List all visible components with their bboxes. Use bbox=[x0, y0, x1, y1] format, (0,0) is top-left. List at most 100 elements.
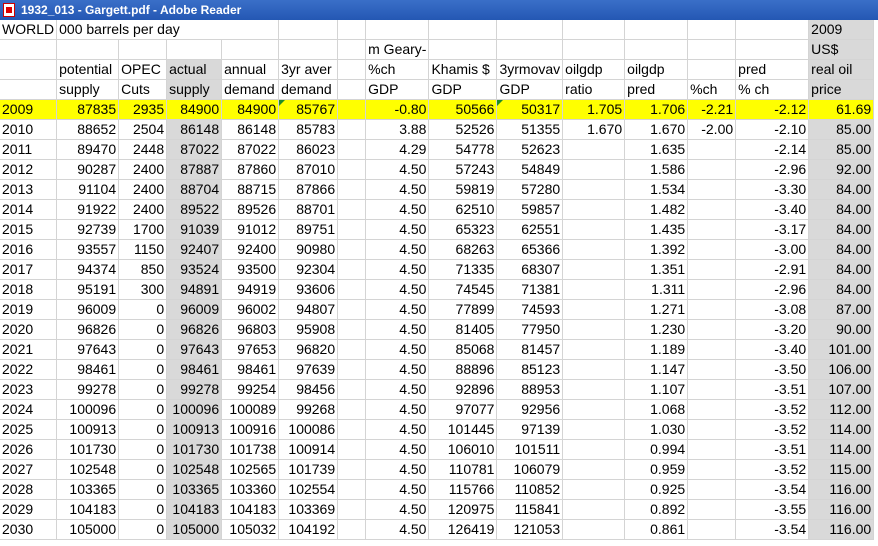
header-cell: demand bbox=[221, 79, 280, 100]
value-cell bbox=[337, 519, 367, 540]
value-cell: 97077 bbox=[428, 399, 498, 420]
value-cell: -3.30 bbox=[735, 179, 810, 200]
value-cell: 116.00 bbox=[808, 479, 875, 500]
value-cell: 62510 bbox=[428, 199, 498, 220]
value-cell bbox=[562, 299, 626, 320]
header-row: supply Cuts supply demand demand GDP GDP GDP rat… bbox=[0, 79, 875, 100]
value-cell: 4.50 bbox=[365, 279, 430, 300]
header-cell bbox=[562, 20, 626, 40]
value-cell: 93606 bbox=[278, 279, 339, 300]
table-row: 2018 95191 300 94891 94919 93606 4.50 74545 7138… bbox=[0, 279, 875, 300]
value-cell: 0 bbox=[118, 499, 168, 520]
value-cell bbox=[337, 439, 367, 460]
value-cell: 96820 bbox=[278, 339, 339, 360]
value-cell: 0.861 bbox=[624, 519, 689, 540]
value-cell bbox=[687, 279, 737, 300]
year-cell: 2014 bbox=[0, 199, 58, 220]
value-cell bbox=[562, 399, 626, 420]
value-cell: 51355 bbox=[496, 119, 564, 140]
value-cell bbox=[562, 479, 626, 500]
value-cell bbox=[562, 439, 626, 460]
value-cell: 126419 bbox=[428, 519, 498, 540]
value-cell: 85783 bbox=[278, 119, 339, 140]
header-cell bbox=[0, 59, 58, 80]
header-cell bbox=[0, 39, 58, 60]
table-row: 2015 92739 1700 91039 91012 89751 4.50 65323 625… bbox=[0, 219, 875, 240]
header-cell bbox=[278, 39, 339, 60]
year-cell: 2027 bbox=[0, 459, 58, 480]
header-cell bbox=[337, 39, 367, 60]
value-cell: 91104 bbox=[56, 179, 120, 200]
value-cell: 106.00 bbox=[808, 359, 875, 380]
spreadsheet-view[interactable]: WORLD 000 barrels per day 2009 m Geary- US$ p… bbox=[0, 20, 878, 546]
value-cell bbox=[687, 319, 737, 340]
year-cell: 2020 bbox=[0, 319, 58, 340]
value-cell: 0 bbox=[118, 339, 168, 360]
value-cell: 4.50 bbox=[365, 519, 430, 540]
value-cell bbox=[687, 179, 737, 200]
value-cell: 50566 bbox=[428, 99, 498, 120]
header-cell bbox=[221, 39, 280, 60]
value-cell bbox=[562, 379, 626, 400]
pdf-icon bbox=[3, 3, 15, 17]
value-cell: 4.50 bbox=[365, 419, 430, 440]
table-row: 2030 105000 0 105000 105032 104192 4.50 126419 1… bbox=[0, 519, 875, 540]
value-cell: 84.00 bbox=[808, 259, 875, 280]
value-cell bbox=[562, 159, 626, 180]
window-title: 1932_013 - Gargett.pdf - Adobe Reader bbox=[21, 3, 242, 17]
value-cell: 92400 bbox=[221, 239, 280, 260]
value-cell: 103369 bbox=[278, 499, 339, 520]
value-cell: -2.12 bbox=[735, 99, 810, 120]
value-cell: 87.00 bbox=[808, 299, 875, 320]
value-cell: 1.435 bbox=[624, 219, 689, 240]
value-cell: 89751 bbox=[278, 219, 339, 240]
year-cell: 2030 bbox=[0, 519, 58, 540]
value-cell: 1.392 bbox=[624, 239, 689, 260]
value-cell: 121053 bbox=[496, 519, 564, 540]
header-cell: supply bbox=[166, 79, 223, 100]
value-cell: 100913 bbox=[56, 419, 120, 440]
header-cell: Khamis $ bbox=[428, 59, 498, 80]
value-cell: 65323 bbox=[428, 219, 498, 240]
header-cell bbox=[624, 20, 689, 40]
value-cell: 103365 bbox=[166, 479, 223, 500]
value-cell: 1.351 bbox=[624, 259, 689, 280]
value-cell: 107.00 bbox=[808, 379, 875, 400]
value-cell: 102565 bbox=[221, 459, 280, 480]
value-cell: 92.00 bbox=[808, 159, 875, 180]
value-cell: 101739 bbox=[278, 459, 339, 480]
value-cell: 116.00 bbox=[808, 499, 875, 520]
value-cell: 0 bbox=[118, 379, 168, 400]
table-row: 2019 96009 0 96009 96002 94807 4.50 77899 74593 1… bbox=[0, 299, 875, 320]
value-cell: 2400 bbox=[118, 199, 168, 220]
value-cell: -2.96 bbox=[735, 159, 810, 180]
value-cell: 85767 bbox=[278, 99, 339, 120]
year-cell: 2029 bbox=[0, 499, 58, 520]
value-cell: 94807 bbox=[278, 299, 339, 320]
value-cell: 92896 bbox=[428, 379, 498, 400]
header-cell: ratio bbox=[562, 79, 626, 100]
value-cell: 100913 bbox=[166, 419, 223, 440]
value-cell: 85.00 bbox=[808, 139, 875, 160]
value-cell: 94919 bbox=[221, 279, 280, 300]
value-cell bbox=[687, 159, 737, 180]
value-cell: 4.50 bbox=[365, 219, 430, 240]
header-cell: 2009 bbox=[808, 20, 875, 40]
year-cell: 2010 bbox=[0, 119, 58, 140]
value-cell: 85123 bbox=[496, 359, 564, 380]
value-cell: 105000 bbox=[56, 519, 120, 540]
header-cell: supply bbox=[56, 79, 120, 100]
value-cell: 1.030 bbox=[624, 419, 689, 440]
header-cell: GDP bbox=[365, 79, 430, 100]
value-cell: 62551 bbox=[496, 219, 564, 240]
header-row: WORLD 000 barrels per day 2009 bbox=[0, 20, 875, 40]
header-cell: %ch bbox=[365, 59, 430, 80]
value-cell bbox=[562, 339, 626, 360]
value-cell: 50317 bbox=[496, 99, 564, 120]
value-cell: 97643 bbox=[56, 339, 120, 360]
value-cell: 87835 bbox=[56, 99, 120, 120]
year-cell: 2016 bbox=[0, 239, 58, 260]
header-cell bbox=[735, 39, 810, 60]
value-cell: 116.00 bbox=[808, 519, 875, 540]
value-cell: 4.50 bbox=[365, 199, 430, 220]
